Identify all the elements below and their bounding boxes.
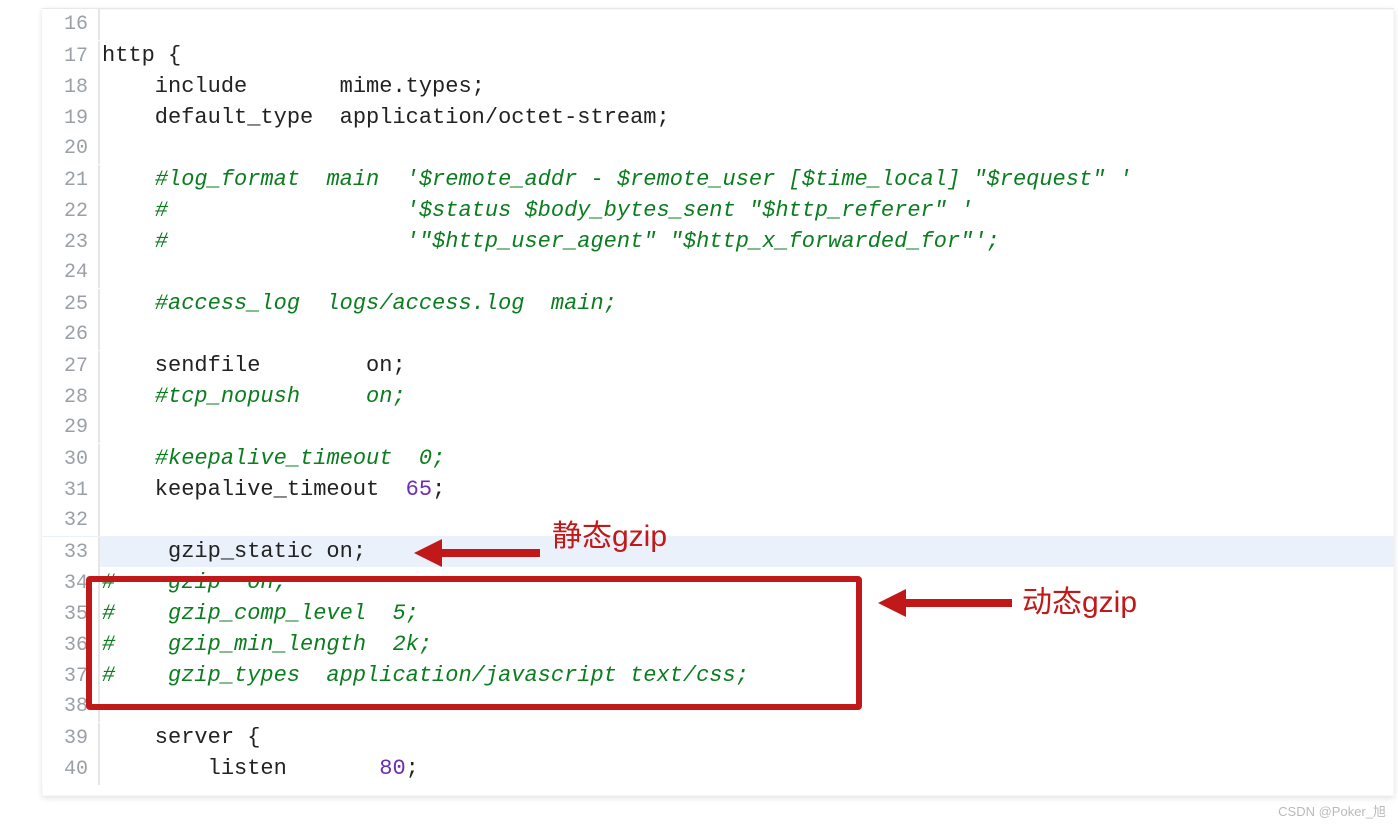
line-number: 39 — [42, 723, 100, 754]
code-block[interactable]: 1617http {18 include mime.types;19 defau… — [42, 9, 1394, 784]
code-line[interactable]: 26 — [42, 319, 1394, 350]
code-line[interactable]: 39 server { — [42, 722, 1394, 753]
line-number: 29 — [42, 412, 100, 443]
code-content[interactable]: include mime.types; — [100, 71, 485, 102]
line-number: 40 — [42, 754, 100, 785]
code-line[interactable]: 29 — [42, 412, 1394, 443]
line-number: 20 — [42, 133, 100, 164]
line-number: 35 — [42, 599, 100, 630]
line-number: 26 — [42, 319, 100, 350]
code-content[interactable]: server { — [100, 722, 260, 753]
code-line[interactable]: 19 default_type application/octet-stream… — [42, 102, 1394, 133]
code-content[interactable]: # gzip_comp_level 5; — [100, 598, 419, 629]
line-number: 34 — [42, 568, 100, 599]
code-editor: 1617http {18 include mime.types;19 defau… — [42, 8, 1394, 796]
code-content[interactable]: gzip_static on; — [100, 536, 366, 567]
code-line[interactable]: 18 include mime.types; — [42, 71, 1394, 102]
code-content[interactable]: http { — [100, 40, 181, 71]
line-number: 22 — [42, 196, 100, 227]
line-number: 21 — [42, 165, 100, 196]
code-content[interactable]: #log_format main '$remote_addr - $remote… — [100, 164, 1132, 195]
code-content[interactable]: # gzip_types application/javascript text… — [100, 660, 749, 691]
line-number: 19 — [42, 103, 100, 134]
code-content[interactable]: #access_log logs/access.log main; — [100, 288, 617, 319]
code-line[interactable]: 22 # '$status $body_bytes_sent "$http_re… — [42, 195, 1394, 226]
code-line[interactable]: 21 #log_format main '$remote_addr - $rem… — [42, 164, 1394, 195]
code-line[interactable]: 40 listen 80; — [42, 753, 1394, 784]
code-content[interactable]: default_type application/octet-stream; — [100, 102, 670, 133]
line-number: 18 — [42, 72, 100, 103]
code-line[interactable]: 20 — [42, 133, 1394, 164]
code-content[interactable]: #tcp_nopush on; — [100, 381, 406, 412]
code-line[interactable]: 30 #keepalive_timeout 0; — [42, 443, 1394, 474]
watermark-text: CSDN @Poker_旭 — [1278, 801, 1386, 820]
line-number: 38 — [42, 691, 100, 722]
line-number: 36 — [42, 630, 100, 661]
code-content[interactable]: # gzip on; — [100, 567, 287, 598]
line-number: 32 — [42, 505, 100, 536]
code-line[interactable]: 27 sendfile on; — [42, 350, 1394, 381]
code-content[interactable]: # gzip_min_length 2k; — [100, 629, 432, 660]
code-content[interactable]: listen 80; — [100, 753, 419, 784]
code-content[interactable]: #keepalive_timeout 0; — [100, 443, 445, 474]
line-number: 16 — [42, 9, 100, 40]
code-line[interactable]: 38 — [42, 691, 1394, 722]
code-line[interactable]: 23 # '"$http_user_agent" "$http_x_forwar… — [42, 226, 1394, 257]
line-number: 25 — [42, 289, 100, 320]
line-number: 30 — [42, 444, 100, 475]
code-content[interactable]: # '"$http_user_agent" "$http_x_forwarded… — [100, 226, 1000, 257]
code-content[interactable]: sendfile on; — [100, 350, 406, 381]
code-line[interactable]: 36# gzip_min_length 2k; — [42, 629, 1394, 660]
line-number: 24 — [42, 257, 100, 288]
line-number: 33 — [42, 537, 100, 568]
code-line[interactable]: 37# gzip_types application/javascript te… — [42, 660, 1394, 691]
code-line[interactable]: 28 #tcp_nopush on; — [42, 381, 1394, 412]
code-line[interactable]: 35# gzip_comp_level 5; — [42, 598, 1394, 629]
line-number: 27 — [42, 351, 100, 382]
code-content[interactable]: # '$status $body_bytes_sent "$http_refer… — [100, 195, 973, 226]
line-number: 23 — [42, 227, 100, 258]
line-number: 17 — [42, 41, 100, 72]
code-line[interactable]: 34# gzip on; — [42, 567, 1394, 598]
code-line[interactable]: 17http { — [42, 40, 1394, 71]
line-number: 37 — [42, 661, 100, 692]
code-line[interactable]: 16 — [42, 9, 1394, 40]
line-number: 31 — [42, 475, 100, 506]
code-line[interactable]: 24 — [42, 257, 1394, 288]
code-line[interactable]: 31 keepalive_timeout 65; — [42, 474, 1394, 505]
line-number: 28 — [42, 382, 100, 413]
code-line[interactable]: 33 gzip_static on; — [42, 536, 1394, 567]
code-line[interactable]: 25 #access_log logs/access.log main; — [42, 288, 1394, 319]
code-line[interactable]: 32 — [42, 505, 1394, 536]
code-content[interactable]: keepalive_timeout 65; — [100, 474, 445, 505]
